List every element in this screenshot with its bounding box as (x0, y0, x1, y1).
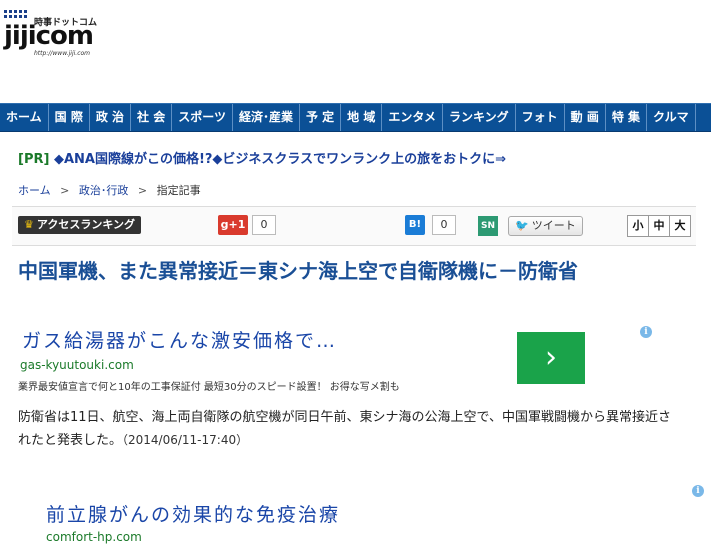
nav-item-region[interactable]: 地 域 (341, 104, 383, 131)
ad-info-icon[interactable]: i (640, 326, 652, 338)
nav-item-entertainment[interactable]: エンタメ (382, 104, 443, 131)
nav-item-photo[interactable]: フォト (516, 104, 565, 131)
logo-url: http://www.jiji.com (34, 50, 91, 57)
font-size-medium-button[interactable]: 中 (648, 215, 670, 237)
breadcrumb-category[interactable]: 政治･行政 (79, 184, 129, 197)
tweet-button[interactable]: 🐦 ツイート (508, 216, 583, 236)
ad2-title-link[interactable]: 前立腺がんの効果的な免疫治療 (46, 500, 340, 527)
article-toolbar: ♛ アクセスランキング g+1 0 B! 0 SN 🐦 ツイート 小 中 大 (12, 206, 696, 246)
ad-info-icon[interactable]: i (692, 485, 704, 497)
nav-item-economy[interactable]: 経済･産業 (233, 104, 300, 131)
pr-link[interactable]: [PR] ◆ANA国際線がこの価格!?◆ビジネスクラスでワンランク上の旅をおトク… (18, 148, 506, 167)
nav-item-ranking[interactable]: ランキング (443, 104, 516, 131)
ad-go-button[interactable]: › (517, 332, 585, 384)
breadcrumb-separator: > (137, 184, 148, 197)
nav-item-features[interactable]: 特 集 (606, 104, 648, 131)
article-timestamp: （2014/06/11-17:40） (122, 433, 249, 447)
font-size-selector: 小 中 大 (627, 215, 691, 237)
breadcrumb: ホーム > 政治･行政 > 指定記事 (18, 182, 201, 198)
tweet-label: ツイート (531, 219, 576, 232)
main-nav: ホーム 国 際 政 治 社 会 スポーツ 経済･産業 予 定 地 域 エンタメ … (0, 103, 711, 132)
pr-text: ◆ANA国際線がこの価格!?◆ビジネスクラスでワンランク上の旅をおトクに⇒ (53, 152, 507, 167)
hatena-count: 0 (432, 215, 456, 235)
access-ranking-label: アクセスランキング (36, 218, 135, 231)
nav-item-international[interactable]: 国 際 (49, 104, 90, 131)
nav-item-cars[interactable]: クルマ (647, 104, 696, 131)
article-headline: 中国軍機、また異常接近＝東シナ海上空で自衛隊機に－防衛省 (18, 259, 578, 283)
nav-item-society[interactable]: 社 会 (131, 104, 173, 131)
ad2-url-link[interactable]: comfort-hp.com (46, 530, 142, 544)
ad-title-link[interactable]: ガス給湯器がこんな激安価格で… (22, 326, 337, 353)
twitter-bird-icon: 🐦 (515, 219, 529, 232)
ad-url-link[interactable]: gas-kyuutouki.com (20, 358, 134, 372)
breadcrumb-current: 指定記事 (156, 184, 201, 197)
jijicom-logo[interactable]: 時事ドットコム jijicom http://www.jiji.com (4, 10, 104, 57)
hatena-bookmark-button[interactable]: B! (405, 215, 425, 235)
pr-tag: [PR] (18, 152, 50, 167)
nav-item-politics[interactable]: 政 治 (90, 104, 132, 131)
article-body-text: 防衛省は11日、航空、海上両自衛隊の航空機が同日午前、東シナ海の公海上空で、中国… (18, 410, 672, 448)
nav-item-schedule[interactable]: 予 定 (300, 104, 342, 131)
breadcrumb-home[interactable]: ホーム (18, 184, 51, 197)
nav-item-home[interactable]: ホーム (0, 104, 49, 131)
gplus-count: 0 (252, 215, 276, 235)
font-size-small-button[interactable]: 小 (627, 215, 649, 237)
breadcrumb-separator: > (60, 184, 70, 197)
sn-share-button[interactable]: SN (478, 216, 498, 236)
nav-item-sports[interactable]: スポーツ (172, 104, 233, 131)
access-ranking-button[interactable]: ♛ アクセスランキング (18, 216, 141, 234)
nav-item-video[interactable]: 動 画 (565, 104, 606, 131)
crown-icon: ♛ (24, 218, 34, 231)
article-body: 防衛省は11日、航空、海上両自衛隊の航空機が同日午前、東シナ海の公海上空で、中国… (18, 406, 678, 452)
logo-word: jijicom (4, 21, 94, 51)
font-size-large-button[interactable]: 大 (669, 215, 691, 237)
gplus-button[interactable]: g+1 (218, 215, 248, 235)
ad-description: 業界最安値宣言で何と10年の工事保証付 最短30分のスピード設置！ お得な写メ割… (18, 382, 400, 393)
